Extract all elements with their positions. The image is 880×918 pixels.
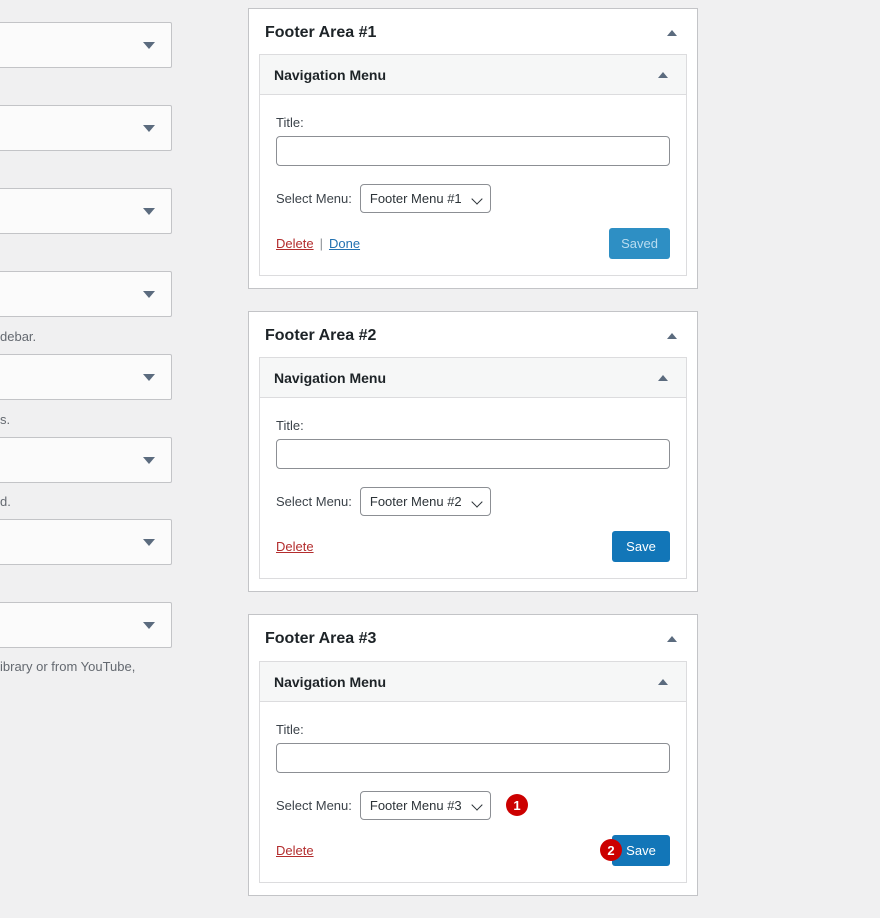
widget-header[interactable]: Navigation Menu — [260, 662, 686, 702]
title-input[interactable] — [276, 743, 670, 773]
delete-link[interactable]: Delete — [276, 843, 314, 858]
select-menu-dropdown[interactable]: Footer Menu #1 — [360, 184, 491, 213]
select-menu-row: Select Menu: Footer Menu #3 1 — [276, 791, 670, 820]
annotation-badge-2: 2 — [600, 839, 622, 861]
left-collapsed-panel[interactable] — [0, 437, 172, 483]
caret-down-icon — [143, 42, 155, 49]
widget-links: Delete — [276, 843, 314, 858]
footer-area-panel: Footer Area #3 Navigation Menu Title: Selec… — [248, 614, 698, 895]
triangle-up-icon[interactable] — [667, 333, 677, 339]
left-help-text: d. — [0, 494, 11, 509]
widget-actions-row: Delete Save — [276, 531, 670, 562]
navigation-menu-widget: Navigation Menu Title: Select Menu: Footer … — [259, 661, 687, 883]
title-label: Title: — [276, 722, 670, 737]
footer-area-header[interactable]: Footer Area #1 — [249, 9, 697, 54]
navigation-menu-widget: Navigation Menu Title: Select Menu: Footer … — [259, 357, 687, 579]
caret-down-icon — [143, 208, 155, 215]
widget-links: Delete — [276, 539, 314, 554]
widget-title: Navigation Menu — [274, 67, 386, 83]
footer-area-title: Footer Area #2 — [265, 326, 376, 345]
title-label: Title: — [276, 115, 670, 130]
select-menu-value: Footer Menu #3 — [370, 798, 462, 813]
link-separator: | — [320, 236, 323, 251]
select-menu-value: Footer Menu #2 — [370, 494, 462, 509]
left-collapsed-panel[interactable] — [0, 354, 172, 400]
widget-links: Delete | Done — [276, 236, 360, 251]
caret-down-icon — [143, 622, 155, 629]
widget-body: Title:Select Menu:Footer Menu #1Delete|D… — [260, 95, 686, 275]
done-link[interactable]: Done — [329, 236, 360, 251]
widget-actions-row: Delete2Save — [276, 835, 670, 866]
save-button[interactable]: Save — [612, 531, 670, 562]
footer-area-header[interactable]: Footer Area #2 — [249, 312, 697, 357]
left-collapsed-panel[interactable] — [0, 602, 172, 648]
chevron-down-icon — [471, 496, 482, 507]
select-menu-dropdown[interactable]: Footer Menu #3 — [360, 791, 491, 820]
left-collapsed-panel[interactable] — [0, 519, 172, 565]
triangle-up-icon[interactable] — [658, 375, 668, 381]
left-collapsed-panel[interactable] — [0, 188, 172, 234]
select-menu-label: Select Menu: — [276, 798, 352, 813]
left-collapsed-panel[interactable] — [0, 22, 172, 68]
caret-down-icon — [143, 539, 155, 546]
footer-area-header[interactable]: Footer Area #3 — [249, 615, 697, 660]
select-menu-value: Footer Menu #1 — [370, 191, 462, 206]
widget-actions-row: Delete | Done Saved — [276, 228, 670, 259]
delete-link[interactable]: Delete — [276, 539, 314, 554]
chevron-down-icon — [471, 799, 482, 810]
widget-header[interactable]: Navigation Menu — [260, 358, 686, 398]
select-menu-row: Select Menu: Footer Menu #2 — [276, 487, 670, 516]
footer-area-title: Footer Area #3 — [265, 629, 376, 648]
caret-down-icon — [143, 457, 155, 464]
caret-down-icon — [143, 291, 155, 298]
select-menu-dropdown[interactable]: Footer Menu #2 — [360, 487, 491, 516]
left-help-text: s. — [0, 412, 10, 427]
title-input[interactable] — [276, 136, 670, 166]
title-input[interactable] — [276, 439, 670, 469]
footer-areas-column: Footer Area #1 Navigation Menu Title: Selec… — [248, 8, 698, 918]
footer-area-panel: Footer Area #2 Navigation Menu Title: Selec… — [248, 311, 698, 592]
widget-title: Navigation Menu — [274, 370, 386, 386]
left-help-text: debar. — [0, 329, 36, 344]
caret-down-icon — [143, 374, 155, 381]
left-partial-column: debar. s. d. ibrary or from YouTube, — [0, 0, 172, 853]
widget-body: Title: Select Menu: Footer Menu #3 1 Delete 2… — [260, 702, 686, 882]
left-collapsed-panel[interactable] — [0, 105, 172, 151]
annotation-badge-1: 1 — [506, 794, 528, 816]
select-menu-label: Select Menu: — [276, 191, 352, 206]
triangle-up-icon[interactable] — [667, 636, 677, 642]
triangle-up-icon[interactable] — [667, 30, 677, 36]
chevron-down-icon — [471, 193, 482, 204]
widget-title: Navigation Menu — [274, 674, 386, 690]
title-label: Title: — [276, 418, 670, 433]
left-collapsed-panel[interactable] — [0, 271, 172, 317]
select-menu-row: Select Menu: Footer Menu #1 — [276, 184, 670, 213]
caret-down-icon — [143, 125, 155, 132]
save-button: Saved — [609, 228, 670, 259]
widget-body: Title: Select Menu: Footer Menu #2 Delete Sa… — [260, 398, 686, 578]
select-menu-label: Select Menu: — [276, 494, 352, 509]
footer-area-title: Footer Area #1 — [265, 23, 376, 42]
footer-area-panel: Footer Area #1 Navigation Menu Title: Selec… — [248, 8, 698, 289]
widget-header[interactable]: Navigation Menu — [260, 55, 686, 95]
navigation-menu-widget: Navigation Menu Title: Select Menu: Footer … — [259, 54, 687, 276]
delete-link[interactable]: Delete — [276, 236, 314, 251]
triangle-up-icon[interactable] — [658, 679, 668, 685]
triangle-up-icon[interactable] — [658, 72, 668, 78]
left-help-text: ibrary or from YouTube, — [0, 659, 135, 674]
